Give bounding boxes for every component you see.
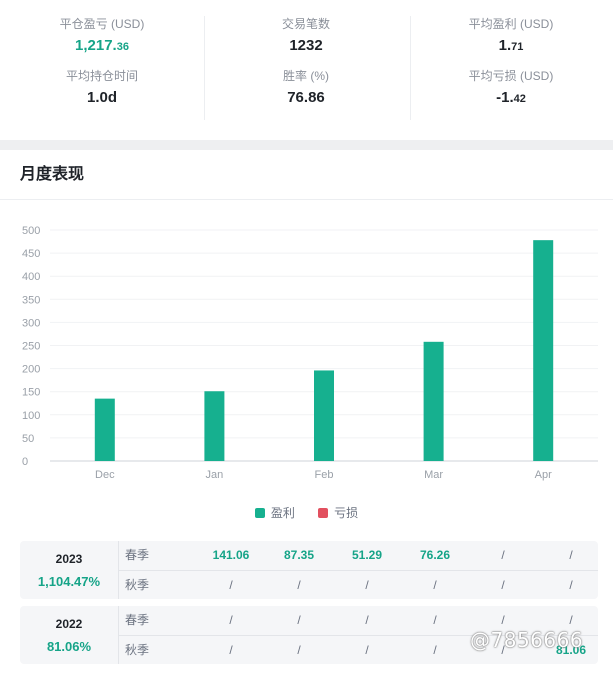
watermark: @7856666 — [470, 628, 584, 652]
stat-value: 76.86 — [287, 89, 325, 106]
season-row: 秋季 / / / / / / — [119, 570, 598, 599]
season-value: 141.06 — [212, 548, 250, 562]
stat-label: 平均亏损 (USD) — [468, 69, 554, 83]
y-tick-label: 300 — [22, 317, 40, 329]
stat-value-decimal: 71 — [511, 41, 524, 53]
section-gap — [0, 140, 613, 150]
season-name: 秋季 — [125, 578, 150, 592]
section-title: 月度表现 — [20, 166, 85, 183]
season-value: / — [433, 643, 437, 657]
y-tick-label: 250 — [22, 341, 40, 353]
season-name: 秋季 — [125, 643, 150, 657]
season-value: 87.35 — [283, 548, 315, 562]
bar-profit[interactable] — [94, 398, 115, 461]
season-value: / — [501, 548, 505, 562]
year-cell: 2023 1,104.47% — [20, 541, 118, 599]
season-name: 春季 — [125, 548, 150, 562]
season-value: 76.26 — [419, 548, 451, 562]
stat-value: 1,217.36 — [0, 36, 204, 57]
season-value: / — [297, 643, 301, 657]
stat-value-main: -1. — [496, 89, 514, 106]
y-tick-label: 500 — [22, 225, 40, 237]
stat-label: 平仓盈亏 (USD) — [59, 17, 145, 31]
year-total-return: 81.06% — [46, 639, 92, 654]
season-value: / — [433, 613, 437, 627]
season-value: / — [569, 578, 573, 592]
chart-legend: 盈利 亏损 — [0, 504, 613, 522]
bar-profit[interactable] — [314, 370, 334, 461]
stat-value: 1232 — [289, 37, 323, 54]
year-cell: 2022 81.06% — [20, 606, 118, 664]
legend-item-profit[interactable]: 盈利 — [254, 504, 295, 521]
stat-value-main: 1. — [498, 37, 512, 54]
year-label: 2023 — [55, 552, 83, 566]
legend-swatch — [318, 507, 329, 518]
y-tick-label: 350 — [22, 294, 40, 306]
season-row: 春季 141.06 87.35 51.29 76.26 / / — [119, 541, 598, 570]
stat-value-main: 1,217. — [75, 37, 117, 54]
y-tick-label: 450 — [22, 248, 40, 260]
divider — [204, 16, 205, 120]
x-tick-label: Dec — [95, 469, 115, 481]
x-tick-label: Mar — [424, 469, 443, 481]
season-value: / — [229, 613, 233, 627]
stat-label: 胜率 (%) — [283, 69, 329, 83]
year-total-return: 1,104.47% — [37, 574, 101, 589]
stat-avg-profit: 平均盈利 (USD) 1.71 — [409, 16, 613, 57]
x-tick-label: Apr — [535, 469, 552, 481]
y-tick-label: 100 — [22, 410, 40, 422]
stat-label: 平均持仓时间 — [65, 69, 138, 83]
season-value: 51.29 — [351, 548, 383, 562]
legend-label: 盈利 — [270, 506, 295, 520]
season-value: / — [501, 578, 505, 592]
season-value: / — [229, 578, 233, 592]
season-value: / — [365, 613, 369, 627]
y-tick-label: 400 — [22, 271, 40, 283]
stat-value-decimal: 36 — [116, 41, 129, 53]
season-name: 春季 — [125, 613, 150, 627]
legend-item-loss[interactable]: 亏损 — [318, 504, 358, 521]
stats-panel: 平仓盈亏 (USD) 1,217.36 交易笔数 1232 平均盈利 (USD)… — [0, 0, 613, 140]
divider — [0, 199, 613, 200]
year-block: 2023 1,104.47% 春季 141.06 87.35 51.29 76.26// 秋季… — [20, 541, 598, 599]
y-tick-label: 50 — [22, 433, 34, 445]
chart-canvas: 0 50 100 150 200 250 300 350 400 450 500 Dec Jan Feb M… — [22, 225, 598, 481]
season-value: / — [569, 548, 573, 562]
season-value: / — [229, 643, 233, 657]
stat-win-rate: 胜率 (%) 76.86 — [204, 68, 408, 108]
season-value: / — [365, 643, 369, 657]
season-value: / — [365, 578, 369, 592]
stat-label: 平均盈利 (USD) — [468, 17, 554, 31]
x-tick-label: Jan — [206, 469, 224, 481]
legend-swatch — [254, 507, 265, 518]
y-tick-label: 200 — [22, 364, 40, 376]
bar-profit[interactable] — [533, 240, 554, 461]
monthly-bar-chart: 0 50 100 150 200 250 300 350 400 450 500 Dec Jan Feb M… — [0, 215, 613, 485]
stat-value-decimal: 42 — [513, 93, 526, 105]
divider — [410, 16, 411, 120]
y-tick-label: 150 — [22, 387, 40, 399]
stat-avg-loss: 平均亏损 (USD) -1.42 — [409, 68, 613, 109]
stat-avg-hold: 平均持仓时间 1.0d — [0, 68, 204, 108]
stat-value: -1.42 — [409, 88, 613, 109]
stat-avg-pnl: 平仓盈亏 (USD) 1,217.36 — [0, 16, 204, 57]
legend-label: 亏损 — [334, 506, 359, 520]
bar-profit[interactable] — [423, 341, 444, 461]
bar-profit[interactable] — [204, 391, 225, 461]
x-tick-label: Feb — [315, 469, 334, 481]
season-value: / — [297, 613, 301, 627]
y-tick-label: 0 — [22, 456, 28, 468]
year-label: 2022 — [55, 617, 83, 631]
season-value: / — [433, 578, 437, 592]
stat-label: 交易笔数 — [281, 17, 330, 31]
season-value: / — [297, 578, 301, 592]
stat-value: 1.0d — [86, 89, 117, 106]
stat-value: 1.71 — [409, 36, 613, 57]
stat-trade-count: 交易笔数 1232 — [204, 16, 408, 56]
